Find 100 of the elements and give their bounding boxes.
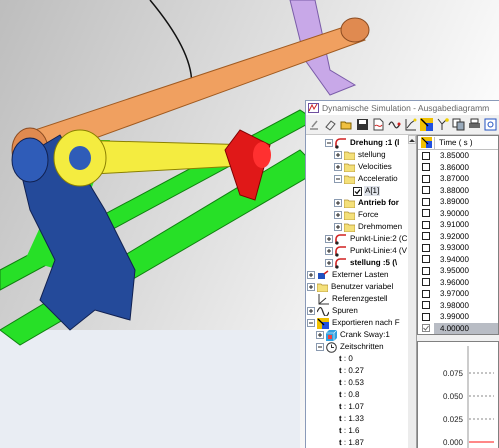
table-cell-text: 3.99000 bbox=[439, 311, 470, 322]
expand-toggle[interactable] bbox=[325, 247, 333, 255]
checkbox[interactable] bbox=[422, 301, 430, 310]
minus-icon bbox=[326, 140, 332, 146]
tree-item[interactable]: Spuren bbox=[331, 306, 359, 316]
settings-icon[interactable] bbox=[483, 117, 498, 132]
scroll-up-icon[interactable] bbox=[408, 135, 416, 144]
table-cell-text: 3.86000 bbox=[439, 162, 470, 173]
tree-item[interactable]: Benutzer variabel bbox=[330, 282, 394, 292]
expand-toggle[interactable] bbox=[334, 211, 342, 219]
export-icon bbox=[420, 137, 432, 148]
tree-item[interactable]: Zeitschritten bbox=[339, 342, 385, 352]
checkbox[interactable] bbox=[422, 163, 430, 172]
tree-item[interactable]: Crank Sway:1 bbox=[339, 330, 391, 340]
tree-item[interactable]: t : 1.87 bbox=[338, 438, 365, 448]
expand-toggle[interactable] bbox=[334, 199, 342, 207]
tree-item[interactable]: t : 0.53 bbox=[338, 378, 365, 388]
checkbox[interactable] bbox=[422, 209, 430, 218]
expand-toggle[interactable] bbox=[325, 259, 333, 267]
export-icon[interactable] bbox=[419, 117, 434, 132]
tree-item[interactable]: stellung :5 (\ bbox=[349, 258, 398, 268]
checkbox[interactable] bbox=[422, 232, 430, 240]
table-cell-text: 3.89000 bbox=[439, 196, 470, 208]
tree-item[interactable]: t : 0.27 bbox=[338, 366, 365, 376]
tree-item[interactable]: t : 0 bbox=[338, 354, 354, 364]
wave-icon bbox=[317, 306, 329, 316]
tree-item[interactable]: Drehung :1 (l bbox=[349, 138, 400, 148]
expand-toggle[interactable] bbox=[334, 163, 342, 171]
checkbox[interactable] bbox=[422, 266, 430, 275]
save-icon[interactable] bbox=[355, 117, 370, 132]
expand-toggle[interactable] bbox=[307, 283, 315, 291]
checkbox[interactable] bbox=[422, 290, 430, 298]
tree-item[interactable]: Velocities bbox=[357, 162, 393, 172]
table-cell-text: 3.97000 bbox=[439, 288, 470, 300]
y-tick-label: 0.025 bbox=[442, 415, 463, 424]
minus-icon bbox=[335, 176, 341, 182]
checkbox[interactable] bbox=[422, 312, 430, 321]
tree-item[interactable]: Punkt-Linie:4 (V bbox=[349, 246, 408, 256]
plus-icon bbox=[335, 164, 341, 170]
plus-icon bbox=[326, 248, 332, 254]
tree-item[interactable]: Acceleratio bbox=[357, 174, 399, 184]
expand-toggle[interactable] bbox=[307, 271, 315, 279]
column-header[interactable]: Time ( s ) bbox=[434, 136, 498, 148]
table-cell-text: 3.95000 bbox=[439, 265, 470, 276]
checkbox[interactable] bbox=[422, 174, 430, 183]
table-cell-text: 3.94000 bbox=[439, 254, 470, 265]
tree-item[interactable]: stellung bbox=[357, 150, 387, 160]
collapse-toggle[interactable] bbox=[316, 343, 324, 351]
tree-item[interactable]: t : 1.07 bbox=[338, 402, 365, 412]
document-icon[interactable] bbox=[371, 117, 386, 132]
graph-icon[interactable] bbox=[403, 117, 418, 132]
plus-icon bbox=[335, 200, 341, 206]
table-cell-text: 3.90000 bbox=[439, 208, 470, 219]
checkbox[interactable] bbox=[422, 255, 430, 264]
checkbox[interactable] bbox=[422, 198, 430, 206]
expand-toggle[interactable] bbox=[334, 223, 342, 231]
tree-item[interactable]: Referenzgestell bbox=[331, 294, 389, 304]
joint-icon bbox=[335, 138, 347, 148]
tree-item[interactable]: Antrieb for bbox=[357, 198, 400, 208]
folder-icon bbox=[344, 198, 355, 208]
checkbox[interactable] bbox=[353, 186, 362, 196]
tree-item[interactable]: A[1] bbox=[364, 186, 380, 196]
table-cell-text: 3.88000 bbox=[439, 184, 470, 196]
load-icon bbox=[317, 270, 329, 280]
tree-item[interactable]: t : 1.33 bbox=[338, 414, 365, 424]
checkbox[interactable] bbox=[422, 244, 430, 252]
checkbox[interactable] bbox=[422, 278, 430, 286]
y-tick-label: 0.000 bbox=[442, 438, 463, 447]
checkbox[interactable] bbox=[422, 220, 430, 229]
expand-toggle[interactable] bbox=[316, 331, 324, 339]
tree-item[interactable]: Punkt-Linie:2 (C bbox=[349, 234, 408, 244]
tree-item[interactable]: t : 0.8 bbox=[338, 390, 360, 400]
checkbox[interactable] bbox=[422, 186, 430, 194]
scrollbar[interactable] bbox=[408, 135, 416, 448]
collapse-toggle[interactable] bbox=[325, 139, 333, 147]
expand-toggle[interactable] bbox=[334, 151, 342, 159]
tree-item[interactable]: Exportieren nach F bbox=[331, 318, 401, 328]
tree-item[interactable]: Force bbox=[357, 210, 380, 220]
copy-icon[interactable] bbox=[451, 117, 466, 132]
table-cell-text: 3.91000 bbox=[439, 219, 470, 230]
table-cell-text: 3.93000 bbox=[439, 242, 470, 254]
checkbox[interactable] bbox=[422, 152, 430, 160]
table-cell-text: 3.92000 bbox=[439, 230, 470, 242]
collapse-toggle[interactable] bbox=[334, 175, 342, 183]
checkbox[interactable] bbox=[422, 324, 430, 332]
expand-toggle[interactable] bbox=[307, 307, 315, 315]
joint-icon bbox=[335, 258, 347, 268]
expand-toggle[interactable] bbox=[325, 235, 333, 243]
collapse-toggle[interactable] bbox=[307, 319, 315, 327]
plus-icon bbox=[326, 260, 332, 266]
plus-icon bbox=[335, 224, 341, 230]
minus-icon bbox=[317, 344, 323, 350]
tree-item[interactable]: t : 1.6 bbox=[338, 426, 360, 436]
y-tick-label: 0.075 bbox=[442, 369, 463, 378]
minus-icon bbox=[308, 320, 314, 326]
axes-icon bbox=[317, 294, 329, 304]
plus-icon bbox=[335, 212, 341, 218]
filter-icon[interactable] bbox=[435, 117, 450, 132]
tree-item[interactable]: Externer Lasten bbox=[331, 270, 390, 280]
tree-item[interactable]: Drehmomen bbox=[357, 222, 404, 232]
